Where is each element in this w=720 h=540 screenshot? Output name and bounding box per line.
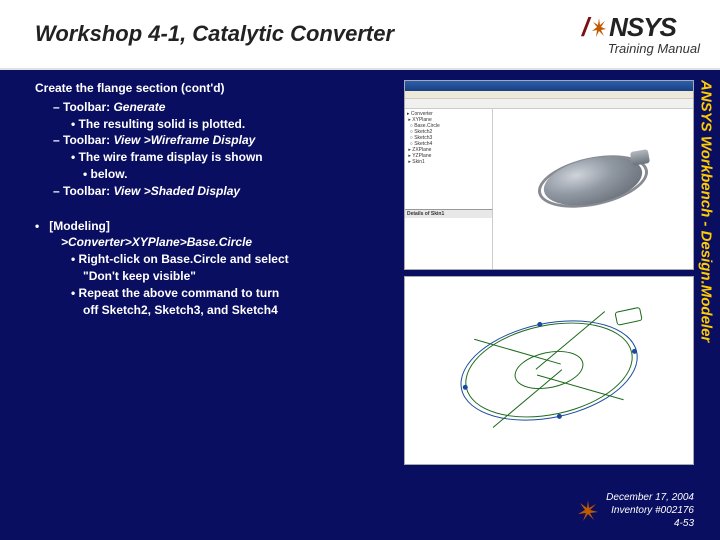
bullet-cont: off Sketch2, Sketch3, and Sketch4 <box>35 302 395 319</box>
slide-footer: December 17, 2004 Inventory #002176 4-53 <box>606 491 694 530</box>
window-toolbar <box>405 99 693 109</box>
details-header: Details of Skin1 <box>405 210 492 218</box>
viewport-wireframe <box>405 277 693 465</box>
slide-header: Workshop 4-1, Catalytic Converter / NSYS… <box>0 0 720 70</box>
bullet-cont: "Don't keep visible" <box>35 268 395 285</box>
solid-model <box>533 148 653 213</box>
bullet-cont: below. <box>35 166 395 183</box>
screenshot-solid: ▸ Converter ▸ XYPlane ○ Base.Circle ○ Sk… <box>404 80 694 270</box>
outer-bullet-icon: • <box>35 218 39 235</box>
footer-date: December 17, 2004 <box>606 491 694 504</box>
bullet-item: Repeat the above command to turn <box>35 285 395 302</box>
window-titlebar <box>405 81 693 91</box>
dash-item: Toolbar: View >Wireframe Display <box>35 132 395 149</box>
dash-item: Toolbar: Generate <box>35 99 395 116</box>
viewport-3d <box>493 109 693 269</box>
section-1-heading: Create the flange section (cont'd) <box>35 80 395 97</box>
bullet-item: The wire frame display is shown <box>35 149 395 166</box>
dash-item: Toolbar: View >Shaded Display <box>35 183 395 200</box>
logo-text: NSYS <box>609 12 676 43</box>
ansys-logo: / NSYS <box>582 12 676 43</box>
training-manual-label: Training Manual <box>558 41 700 56</box>
logo-burst-icon <box>591 16 607 43</box>
slide-title: Workshop 4-1, Catalytic Converter <box>35 21 394 47</box>
details-panel: Details of Skin1 <box>405 209 493 269</box>
footer-page: 4-53 <box>606 517 694 530</box>
window-menubar <box>405 91 693 99</box>
vertical-side-text: ANSYS Workbench - Design.Modeler <box>696 80 716 465</box>
modeling-label: [Modeling] <box>49 218 110 235</box>
wireframe-model <box>450 298 649 443</box>
bullet-item: Right-click on Base.Circle and select <box>35 251 395 268</box>
embedded-screenshots: ▸ Converter ▸ XYPlane ○ Base.Circle ○ Sk… <box>404 80 694 465</box>
footer-burst-icon <box>576 498 600 522</box>
slide-body-text: Create the flange section (cont'd) Toolb… <box>35 80 395 318</box>
screenshot-wireframe <box>404 276 694 466</box>
bullet-item: The resulting solid is plotted. <box>35 116 395 133</box>
modeling-row: • [Modeling] <box>35 218 395 235</box>
modeling-path: >Converter>XYPlane>Base.Circle <box>35 234 395 251</box>
footer-inventory: Inventory #002176 <box>606 504 694 517</box>
header-right: / NSYS Training Manual <box>558 12 700 56</box>
logo-slash: / <box>582 12 589 43</box>
